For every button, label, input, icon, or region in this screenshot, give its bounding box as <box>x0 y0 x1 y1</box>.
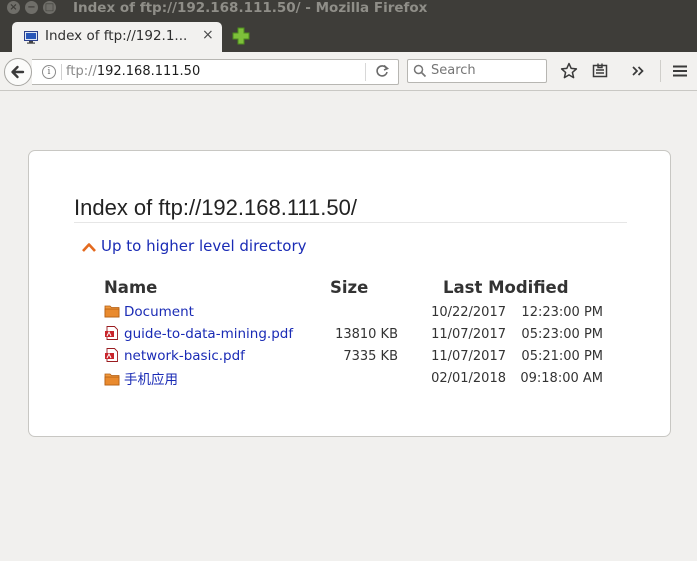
url-scheme: ftp:// <box>66 64 97 79</box>
table-row: Document 10/22/2017 12:23:00 PM <box>99 301 603 323</box>
back-button[interactable] <box>4 58 32 86</box>
file-date-cell: 02/01/2018 <box>431 370 506 386</box>
url-bar[interactable]: i ftp://192.168.111.50 <box>32 59 399 85</box>
tab-label: Index of ftp://192.1... <box>45 28 188 44</box>
file-date-cell: 11/07/2017 <box>431 348 506 364</box>
file-time-cell: 09:18:00 AM <box>520 370 603 386</box>
file-name: 手机应用 <box>124 372 178 388</box>
table-header-row: Name Size Last Modified <box>99 275 603 301</box>
url-text[interactable]: ftp://192.168.111.50 <box>66 64 200 79</box>
file-name: network-basic.pdf <box>124 348 245 364</box>
window-titlebar: × − □ Index of ftp://192.168.111.50/ - M… <box>0 0 697 18</box>
column-header-size[interactable]: Size <box>330 275 398 301</box>
directory-listing-card: Index of ftp://192.168.111.50/ Up to hig… <box>28 150 671 437</box>
url-host: 192.168.111.50 <box>96 64 201 79</box>
tab-close-icon[interactable]: × <box>202 27 214 43</box>
info-icon[interactable]: i <box>42 65 56 79</box>
file-time-cell: 12:23:00 PM <box>521 304 603 320</box>
window-minimize-icon[interactable]: − <box>25 1 38 14</box>
file-name: guide-to-data-mining.pdf <box>124 326 294 342</box>
page-title: Index of ftp://192.168.111.50/ <box>74 195 357 220</box>
file-time-cell: 05:23:00 PM <box>521 326 603 342</box>
up-directory-label: Up to higher level directory <box>101 237 307 255</box>
file-date-cell: 11/07/2017 <box>431 326 506 342</box>
pdf-file-icon <box>105 326 118 340</box>
search-input[interactable] <box>431 63 539 78</box>
up-arrow-icon <box>82 243 96 252</box>
folder-icon <box>104 373 120 386</box>
file-listing-table: Name Size Last Modified Document 10/22/2… <box>99 275 603 389</box>
title-divider <box>74 222 627 223</box>
window-title: Index of ftp://192.168.111.50/ - Mozilla… <box>73 0 428 16</box>
search-icon <box>413 64 427 78</box>
folder-link-mobile-apps[interactable]: 手机应用 <box>104 372 178 388</box>
file-link-network-basic[interactable]: network-basic.pdf <box>104 348 245 364</box>
table-row: network-basic.pdf 7335 KB 11/07/2017 05:… <box>99 345 603 367</box>
file-size-cell: 13810 KB <box>335 326 398 342</box>
navigation-toolbar: i ftp://192.168.111.50 <box>0 52 697 91</box>
file-name-cell: guide-to-data-mining.pdf <box>99 323 330 345</box>
column-header-name[interactable]: Name <box>99 275 330 301</box>
bookmark-star-icon[interactable] <box>560 62 578 80</box>
hamburger-menu-icon[interactable] <box>671 62 689 80</box>
file-date-cell: 10/22/2017 <box>431 304 506 320</box>
file-size-cell: 7335 KB <box>343 348 398 364</box>
file-time-cell: 05:21:00 PM <box>521 348 603 364</box>
menu-divider <box>660 60 661 82</box>
window-maximize-icon[interactable]: □ <box>43 1 56 14</box>
file-size-cell <box>330 367 398 389</box>
reload-divider <box>365 63 366 81</box>
overflow-chevrons-icon[interactable] <box>629 62 647 80</box>
tab-strip: Index of ftp://192.1... × <box>0 18 697 52</box>
table-row: guide-to-data-mining.pdf 13810 KB 11/07/… <box>99 323 603 345</box>
new-tab-plus-icon[interactable] <box>231 26 251 46</box>
column-header-last-modified[interactable]: Last Modified <box>398 275 603 301</box>
reading-list-icon[interactable] <box>591 62 609 80</box>
table-row: 手机应用 02/01/2018 09:18:00 AM <box>99 367 603 389</box>
pdf-file-icon <box>105 348 118 362</box>
back-arrow-icon <box>11 65 25 79</box>
url-divider <box>61 64 62 80</box>
reload-icon[interactable] <box>375 64 389 78</box>
file-link-guide-to-data-mining[interactable]: guide-to-data-mining.pdf <box>104 326 293 342</box>
file-name: Document <box>124 304 194 320</box>
monitor-favicon-icon <box>24 31 38 44</box>
file-size-cell <box>330 301 398 323</box>
file-name-cell: network-basic.pdf <box>99 345 330 367</box>
folder-link-document[interactable]: Document <box>104 304 194 320</box>
search-bar[interactable] <box>407 59 547 83</box>
window-close-icon[interactable]: × <box>7 1 20 14</box>
file-name-cell: 手机应用 <box>99 367 330 389</box>
file-name-cell: Document <box>99 301 330 323</box>
tab-active[interactable]: Index of ftp://192.1... × <box>12 22 222 52</box>
folder-icon <box>104 305 120 318</box>
